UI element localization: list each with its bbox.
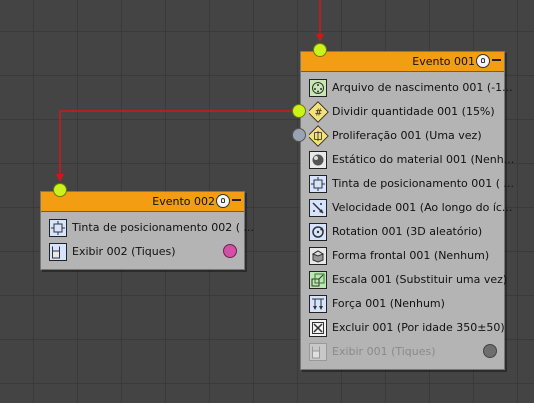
split-amount-icon: # (309, 101, 329, 123)
spawn-icon (309, 125, 329, 147)
minimize-icon[interactable] (232, 199, 241, 201)
operator-label: Dividir quantidade 001 (15%) (332, 105, 495, 118)
operator-label: Forma frontal 001 (Nenhum) (332, 249, 490, 262)
display-icon (309, 343, 327, 361)
lightbulb-icon[interactable] (216, 194, 230, 208)
operator-label: Força 001 (Nenhum) (332, 297, 445, 310)
operator-label: Excluir 001 (Por idade 350±50) (332, 321, 505, 334)
operator-display[interactable]: Exibir 001 (Tiques) (309, 341, 436, 363)
operator-label: Rotation 001 (3D aleatório) (332, 225, 483, 238)
split-amount-output-connector[interactable] (292, 104, 306, 118)
operator-scale[interactable]: Escala 001 (Substituir uma vez) (309, 269, 507, 291)
display-color-swatch[interactable] (483, 344, 497, 358)
operator-shape-facing[interactable]: Forma frontal 001 (Nenhum) (309, 245, 489, 267)
material-static-icon (309, 151, 327, 169)
operator-label: Tinta de posicionamento 002 ( ... (72, 221, 255, 234)
operator-birth-file[interactable]: Arquivo de nascimento 001 (-1... (309, 77, 513, 99)
event-001-input-connector[interactable] (313, 43, 327, 57)
event-002-node[interactable]: Evento 002 Tinta de posicionamento 002 (… (40, 191, 254, 270)
operator-force[interactable]: Força 001 (Nenhum) (309, 293, 445, 315)
operator-label: Arquivo de nascimento 001 (-1... (332, 81, 513, 94)
wire-arrowhead-event-002 (56, 174, 64, 182)
minimize-icon[interactable] (492, 59, 501, 61)
operator-material-static[interactable]: Estático do material 001 (Nenh... (309, 149, 514, 171)
spawn-output-connector[interactable] (292, 128, 306, 142)
event-001-title: Evento 001 (412, 55, 475, 68)
operator-label: Exibir 002 (Tiques) (72, 245, 176, 258)
lightbulb-icon[interactable] (476, 54, 490, 68)
operator-label: Tinta de posicionamento 001 ( ... (332, 177, 515, 190)
delete-icon (309, 319, 327, 337)
scale-icon (309, 271, 327, 289)
operator-label: Exibir 001 (Tiques) (332, 345, 436, 358)
shape-facing-icon (309, 247, 327, 265)
operator-label: Estático do material 001 (Nenh... (332, 153, 515, 166)
svg-text:#: # (315, 107, 323, 118)
wire-arrowhead-event-001 (316, 34, 324, 42)
operator-label: Proliferação 001 (Uma vez) (332, 129, 482, 142)
display-icon (49, 243, 67, 261)
speed-icon (309, 199, 327, 217)
operator-split-amount[interactable]: # Dividir quantidade 001 (15%) (309, 101, 495, 123)
event-001-node[interactable]: Evento 001 Arquivo de nascimento 001 (-1… (300, 51, 514, 370)
event-002-title: Evento 002 (152, 195, 215, 208)
operator-delete[interactable]: Excluir 001 (Por idade 350±50) (309, 317, 505, 339)
birth-file-icon (309, 79, 327, 97)
position-icon (49, 219, 67, 237)
operator-label: Velocidade 001 (Ao longo do íc... (332, 201, 513, 214)
operator-display[interactable]: Exibir 002 (Tiques) (49, 241, 176, 263)
operator-speed[interactable]: Velocidade 001 (Ao longo do íc... (309, 197, 512, 219)
force-icon (309, 295, 327, 313)
operator-rotation[interactable]: Rotation 001 (3D aleatório) (309, 221, 482, 243)
event-001-header[interactable]: Evento 001 (301, 52, 504, 72)
event-002-input-connector[interactable] (53, 183, 67, 197)
operator-label: Escala 001 (Substituir uma vez) (332, 273, 508, 286)
wire-split-to-event-002 (59, 110, 299, 176)
rotation-icon (309, 223, 327, 241)
position-icon (309, 175, 327, 193)
operator-spawn[interactable]: Proliferação 001 (Uma vez) (309, 125, 482, 147)
display-color-swatch[interactable] (223, 244, 237, 258)
operator-position[interactable]: Tinta de posicionamento 002 ( ... (49, 217, 254, 239)
operator-position[interactable]: Tinta de posicionamento 001 ( ... (309, 173, 514, 195)
event-002-header[interactable]: Evento 002 (41, 192, 244, 212)
